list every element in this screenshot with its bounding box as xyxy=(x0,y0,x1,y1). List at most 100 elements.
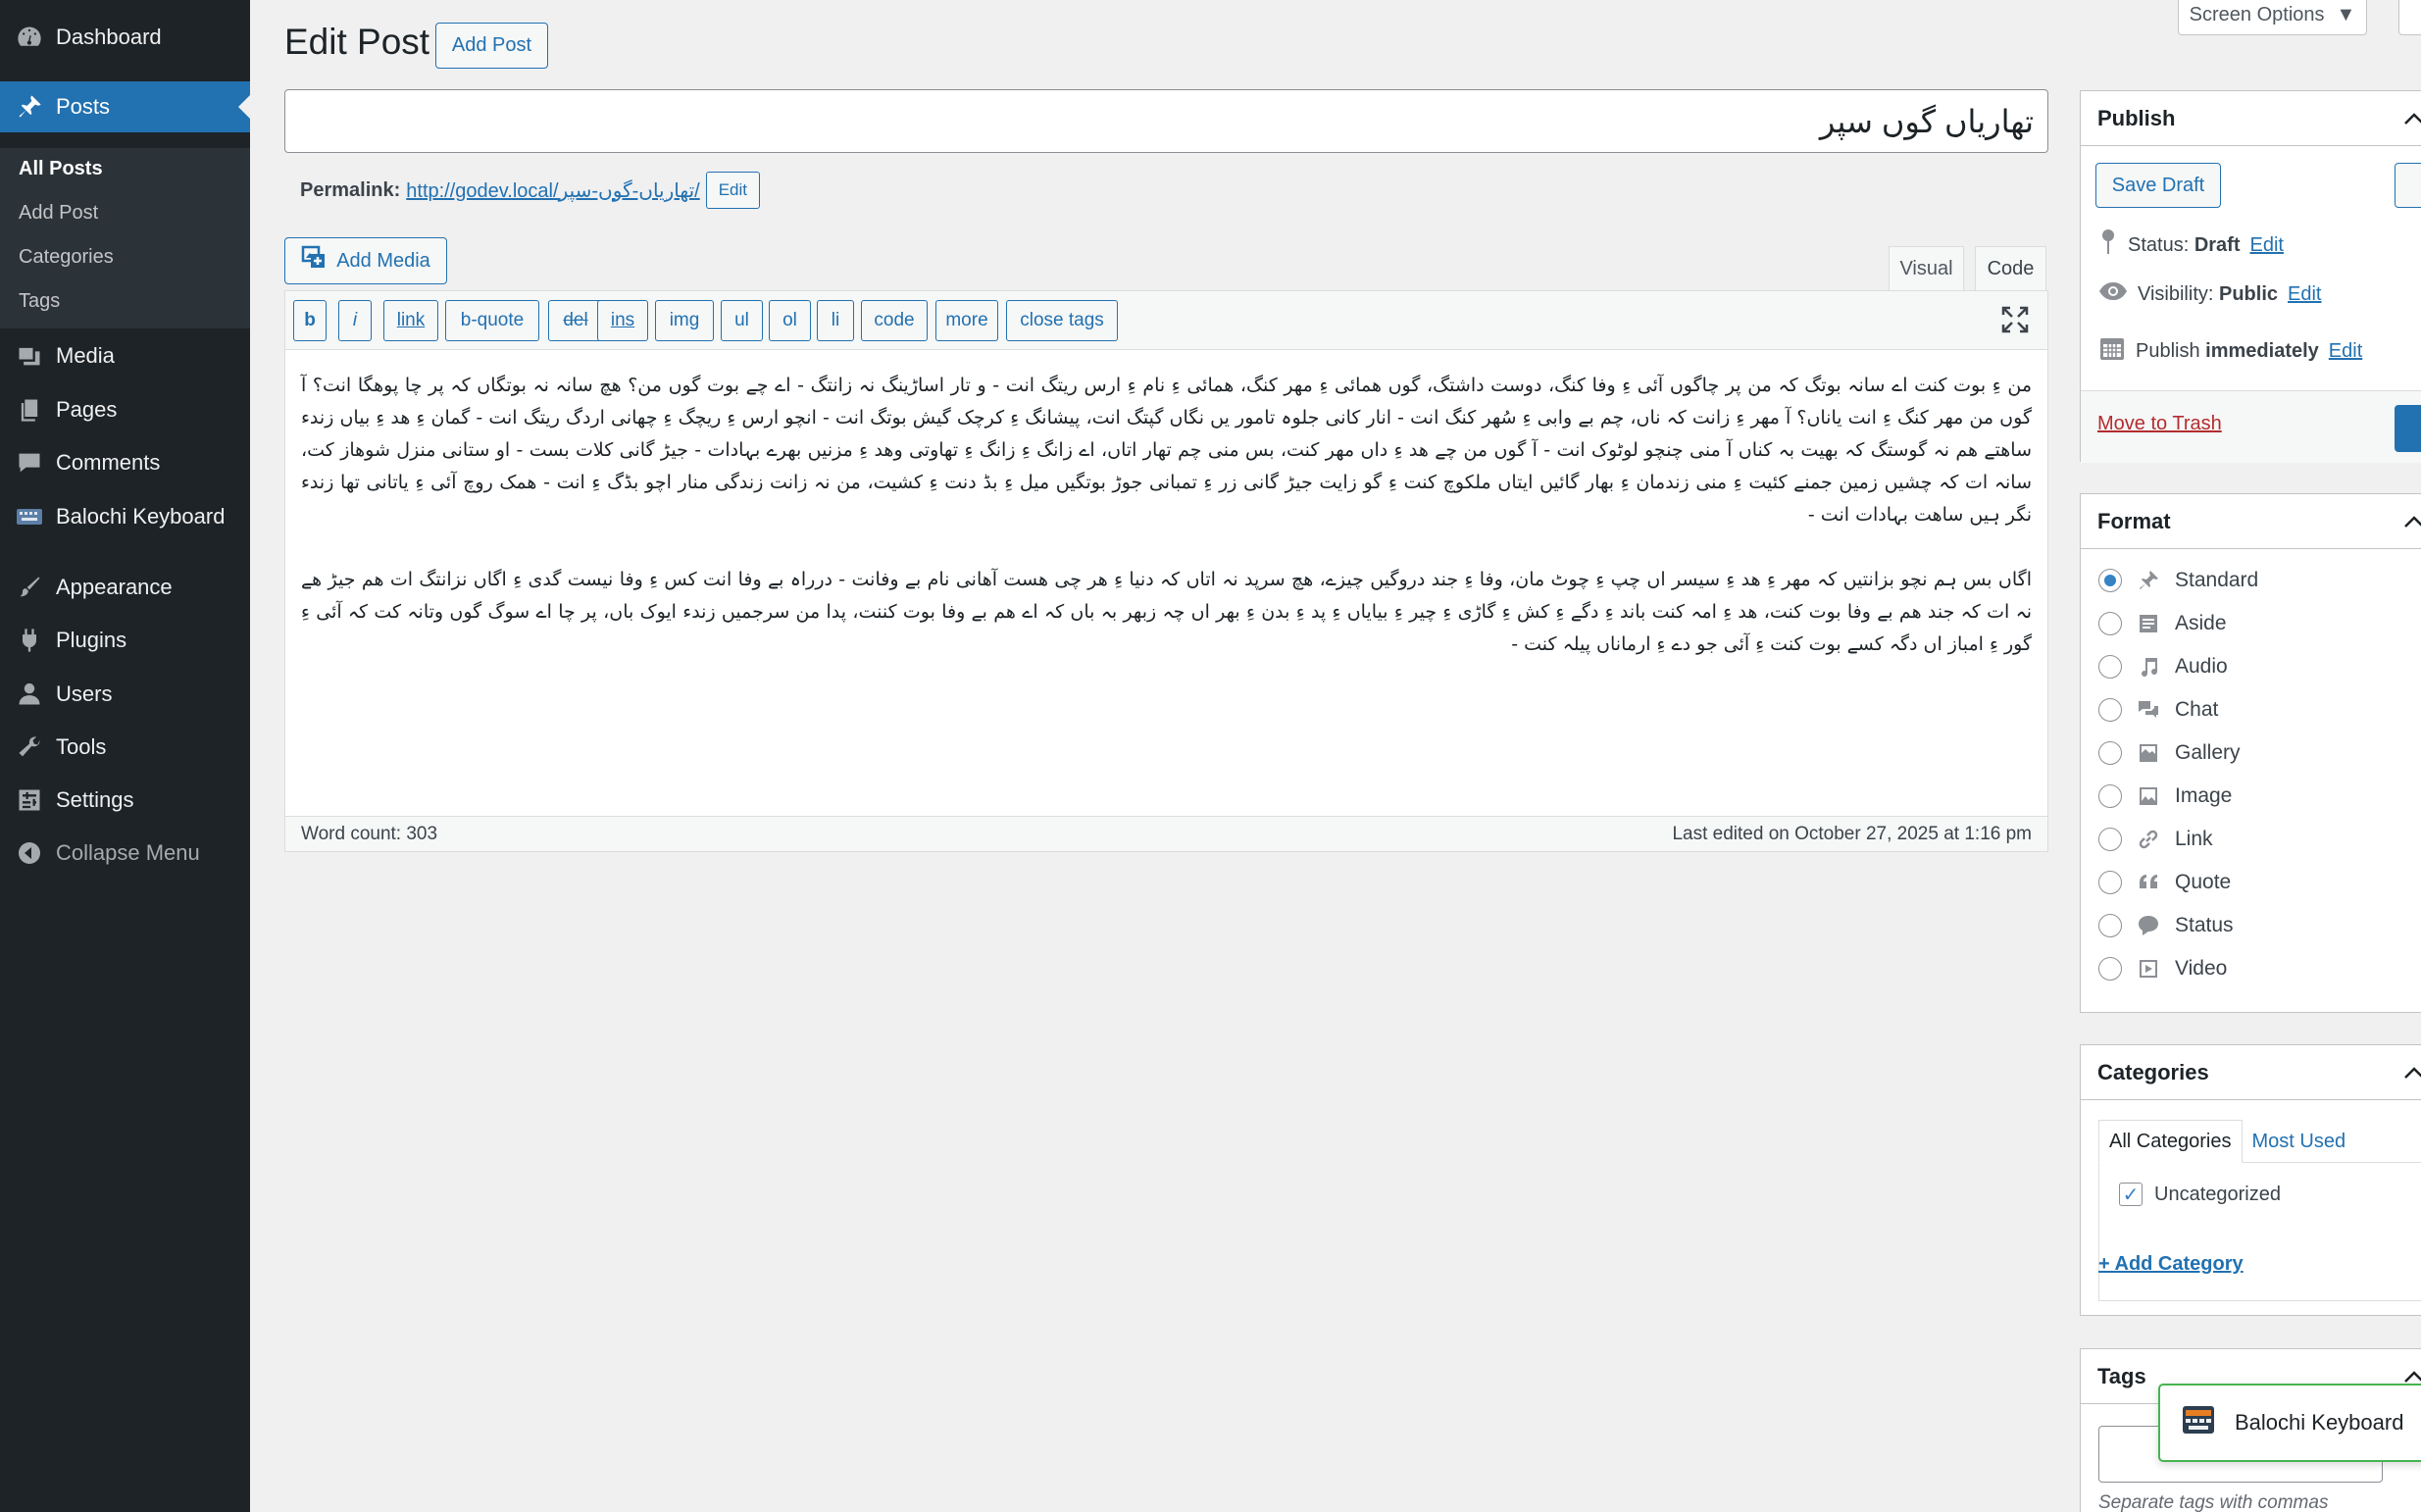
collapse-menu-button[interactable]: Collapse Menu xyxy=(0,828,250,879)
qt-ins-button[interactable]: ins xyxy=(597,300,648,341)
chevron-up-icon[interactable] xyxy=(2402,109,2421,128)
format-option-standard[interactable]: Standard xyxy=(2098,566,2258,595)
qt-close-tags-button[interactable]: close tags xyxy=(1006,300,1118,341)
format-option-audio[interactable]: Audio xyxy=(2098,652,2228,681)
dashboard-icon xyxy=(14,22,45,53)
radio-button[interactable] xyxy=(2098,612,2122,635)
balochi-keyboard-toast[interactable]: Balochi Keyboard xyxy=(2158,1384,2421,1462)
menu-media[interactable]: Media xyxy=(0,330,250,381)
menu-balochi-keyboard[interactable]: Balochi Keyboard xyxy=(0,491,250,542)
caret-down-icon: ▼ xyxy=(2336,4,2356,25)
radio-button[interactable] xyxy=(2098,655,2122,679)
tab-code[interactable]: Code xyxy=(1975,246,2046,290)
post-title-input[interactable]: تھاریاں گوں سپر xyxy=(284,89,2048,153)
qt-code-button[interactable]: code xyxy=(861,300,928,341)
submenu-add-post[interactable]: Add Post xyxy=(19,202,98,225)
qt-li-button[interactable]: li xyxy=(817,300,854,341)
radio-button[interactable] xyxy=(2098,698,2122,722)
publish-date-edit-link[interactable]: Edit xyxy=(2329,340,2362,363)
radio-button[interactable] xyxy=(2098,784,2122,808)
content-paragraph: اگاں بس ہم نچو بزانتیں کہ مھر ءِ ھد ءِ س… xyxy=(301,569,2032,655)
format-label: Chat xyxy=(2175,698,2219,721)
radio-button[interactable] xyxy=(2098,741,2122,765)
qt-del-button[interactable]: del xyxy=(548,300,603,341)
menu-users[interactable]: Users xyxy=(0,669,250,720)
qt-bquote-button[interactable]: b-quote xyxy=(445,300,539,341)
radio-button[interactable] xyxy=(2098,871,2122,894)
format-option-video[interactable]: Video xyxy=(2098,954,2227,983)
image-icon xyxy=(2134,781,2163,811)
format-header[interactable]: Format xyxy=(2081,494,2421,549)
visibility-label: Visibility: xyxy=(2138,282,2214,305)
checkbox-checked[interactable]: ✓ xyxy=(2119,1183,2143,1206)
post-editor: b i link b-quote del ins img ul ol li co… xyxy=(284,290,2048,852)
qt-img-button[interactable]: img xyxy=(655,300,714,341)
format-label: Audio xyxy=(2175,655,2228,678)
format-option-aside[interactable]: Aside xyxy=(2098,609,2227,638)
radio-button[interactable] xyxy=(2098,914,2122,937)
update-button[interactable] xyxy=(2395,405,2421,452)
word-count: Word count: 303 xyxy=(301,823,438,844)
tab-all-categories[interactable]: All Categories xyxy=(2098,1120,2243,1163)
category-item-uncategorized[interactable]: ✓ Uncategorized xyxy=(2119,1183,2281,1206)
publish-label: Publish xyxy=(2136,339,2200,362)
chevron-up-icon[interactable] xyxy=(2402,512,2421,531)
category-checklist: ✓ Uncategorized xyxy=(2098,1162,2421,1301)
permalink-url-link[interactable]: http://godev.local/تھاریاں-گوں-سپر/ xyxy=(406,178,699,203)
qt-ul-button[interactable]: ul xyxy=(721,300,763,341)
format-option-link[interactable]: Link xyxy=(2098,825,2213,854)
video-icon xyxy=(2134,954,2163,983)
format-option-status[interactable]: Status xyxy=(2098,911,2234,940)
visibility-edit-link[interactable]: Edit xyxy=(2288,283,2321,306)
permalink-edit-button[interactable]: Edit xyxy=(705,172,760,209)
submenu-all-posts[interactable]: All Posts xyxy=(19,158,103,180)
fullscreen-icon[interactable] xyxy=(2000,305,2030,334)
qt-ol-button[interactable]: ol xyxy=(769,300,811,341)
submenu-categories[interactable]: Categories xyxy=(19,246,114,269)
category-tabs: All Categories Most Used xyxy=(2098,1120,2355,1163)
menu-settings[interactable]: Settings xyxy=(0,775,250,826)
status-edit-link[interactable]: Edit xyxy=(2250,234,2284,257)
menu-pages[interactable]: Pages xyxy=(0,384,250,435)
publish-heading: Publish xyxy=(2097,105,2176,130)
format-option-chat[interactable]: Chat xyxy=(2098,695,2218,725)
add-media-button[interactable]: Add Media xyxy=(284,237,447,284)
categories-header[interactable]: Categories xyxy=(2081,1045,2421,1100)
menu-plugins[interactable]: Plugins xyxy=(0,615,250,666)
menu-dashboard[interactable]: Dashboard xyxy=(0,12,250,63)
publish-value: immediately xyxy=(2205,339,2319,362)
menu-comments[interactable]: Comments xyxy=(0,437,250,488)
save-draft-button[interactable]: Save Draft xyxy=(2095,163,2221,208)
radio-button[interactable] xyxy=(2098,569,2122,592)
format-label: Status xyxy=(2175,914,2234,936)
screen-options-button[interactable]: Screen Options ▼ xyxy=(2178,0,2367,35)
post-content-textarea[interactable]: من ءِ بوت کنت اے سانہ بوتگ کہ من پر چاگو… xyxy=(285,352,2047,793)
chevron-up-icon[interactable] xyxy=(2402,1063,2421,1083)
format-label: Video xyxy=(2175,957,2228,980)
help-tab-button[interactable] xyxy=(2398,0,2421,35)
pushpin-icon xyxy=(2134,566,2163,595)
menu-appearance[interactable]: Appearance xyxy=(0,562,250,613)
radio-button[interactable] xyxy=(2098,957,2122,981)
add-post-button[interactable]: Add Post xyxy=(435,23,548,69)
publish-header[interactable]: Publish xyxy=(2081,91,2421,146)
keyboard-icon xyxy=(14,501,45,532)
menu-posts[interactable]: Posts xyxy=(0,81,250,132)
categories-heading: Categories xyxy=(2097,1059,2209,1084)
add-media-label: Add Media xyxy=(336,249,430,272)
preview-button[interactable] xyxy=(2395,163,2421,208)
radio-button[interactable] xyxy=(2098,828,2122,851)
qt-link-button[interactable]: link xyxy=(383,300,438,341)
qt-italic-button[interactable]: i xyxy=(338,300,372,341)
move-to-trash-link[interactable]: Move to Trash xyxy=(2097,413,2222,435)
submenu-tags[interactable]: Tags xyxy=(19,290,60,313)
tab-most-used[interactable]: Most Used xyxy=(2243,1120,2356,1163)
tab-visual[interactable]: Visual xyxy=(1889,246,1964,290)
format-option-quote[interactable]: Quote xyxy=(2098,868,2231,897)
qt-more-button[interactable]: more xyxy=(935,300,998,341)
qt-bold-button[interactable]: b xyxy=(293,300,327,341)
add-category-link[interactable]: + Add Category xyxy=(2098,1253,2244,1276)
format-option-image[interactable]: Image xyxy=(2098,781,2232,811)
menu-tools[interactable]: Tools xyxy=(0,722,250,773)
format-option-gallery[interactable]: Gallery xyxy=(2098,738,2241,768)
